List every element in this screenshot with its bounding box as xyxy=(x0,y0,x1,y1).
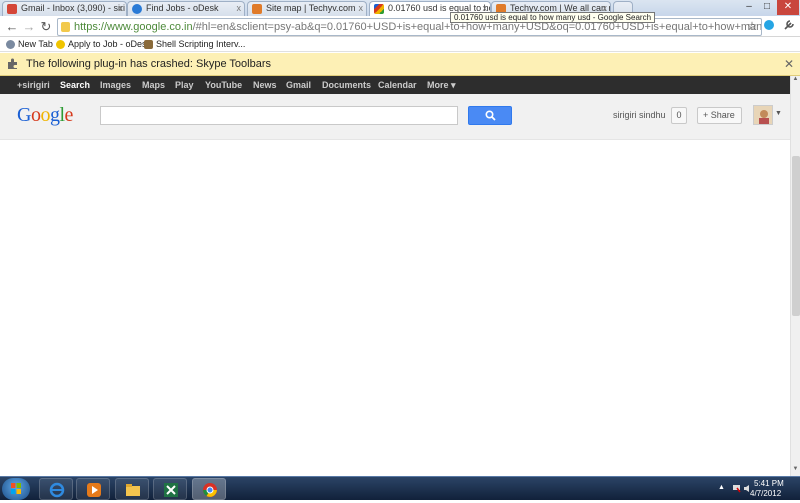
scroll-down-icon[interactable]: ▼ xyxy=(791,466,800,476)
windows-taskbar: ▲ 5:41 PM 4/7/2012 xyxy=(0,476,800,500)
tab-sitemap[interactable]: Site map | Techyv.com x xyxy=(247,1,367,16)
puzzle-piece-icon xyxy=(8,58,17,69)
address-bar[interactable]: https://www.google.co.in/#hl=en&sclient=… xyxy=(57,18,762,36)
back-arrow-icon: ← xyxy=(5,19,19,34)
clock-time[interactable]: 5:41 PM xyxy=(754,479,784,488)
taskbar-media-player[interactable] xyxy=(76,478,110,500)
tab-label: Site map | Techyv.com xyxy=(266,3,356,13)
logo-letter: o xyxy=(40,104,50,126)
google-icon xyxy=(374,4,384,14)
infobar-close-button[interactable]: ✕ xyxy=(784,53,794,75)
gbar-calendar[interactable]: Calendar xyxy=(378,76,417,94)
windows-logo-icon xyxy=(11,483,21,494)
globe-icon xyxy=(6,40,15,49)
start-button[interactable] xyxy=(2,478,30,500)
taskbar-windows-explorer[interactable] xyxy=(115,478,149,500)
gbar-search[interactable]: Search xyxy=(60,76,90,94)
bookmark-label: New Tab xyxy=(18,39,53,49)
scrollbar-thumb[interactable] xyxy=(792,156,800,316)
minimize-button[interactable]: – xyxy=(740,0,758,15)
back-button[interactable]: ← xyxy=(4,19,20,35)
scroll-up-icon[interactable]: ▲ xyxy=(791,76,800,86)
excel-icon xyxy=(164,483,178,497)
bookmark-star-button[interactable]: ☆ xyxy=(744,19,760,35)
gbar-gmail[interactable]: Gmail xyxy=(286,76,311,94)
page-icon xyxy=(144,40,153,49)
close-window-button[interactable]: ✕ xyxy=(777,0,799,15)
internet-explorer-icon xyxy=(49,482,65,498)
taskbar-internet-explorer[interactable] xyxy=(39,478,73,500)
share-button[interactable]: + Share xyxy=(697,107,742,124)
url-host: https://www.google.co.in xyxy=(74,21,193,33)
tab-strip: Gmail - Inbox (3,090) - siri x Find Jobs… xyxy=(0,0,800,16)
browser-toolbar: ← → ↻ https://www.google.co.in/#hl=en&sc… xyxy=(0,16,800,37)
bookmark-shell-scripting[interactable]: Shell Scripting Interv... xyxy=(142,37,245,51)
skype-icon xyxy=(764,20,774,30)
taskbar-excel[interactable] xyxy=(153,478,187,500)
notification-count[interactable]: 0 xyxy=(671,107,687,124)
bookmark-label: Shell Scripting Interv... xyxy=(156,39,246,49)
gbar-documents[interactable]: Documents xyxy=(322,76,371,94)
odesk-icon xyxy=(132,4,142,14)
plugin-crash-infobar: The following plug-in has crashed: Skype… xyxy=(0,53,800,76)
tab-tooltip: 0.01760 usd is equal to how many usd - G… xyxy=(450,12,656,23)
techyv-icon xyxy=(252,4,262,14)
reload-icon: ↻ xyxy=(40,19,52,34)
bookmarks-bar: New Tab Apply to Job - oDesk Shell Scrip… xyxy=(0,37,800,52)
search-input[interactable] xyxy=(100,106,458,125)
tab-odesk[interactable]: Find Jobs - oDesk x xyxy=(127,1,245,16)
media-player-icon xyxy=(87,483,101,497)
chrome-icon xyxy=(203,483,217,497)
gbar-news[interactable]: News xyxy=(253,76,277,94)
loading-icon xyxy=(56,40,65,49)
clock-date[interactable]: 4/7/2012 xyxy=(750,489,781,498)
bookmark-odesk[interactable]: Apply to Job - oDesk xyxy=(54,37,151,51)
bookmark-new-tab[interactable]: New Tab xyxy=(4,37,53,51)
lock-icon xyxy=(61,22,70,32)
tab-close-icon[interactable]: x xyxy=(119,2,124,15)
gbar-more[interactable]: More ▾ xyxy=(427,76,456,94)
maximize-button[interactable]: □ xyxy=(758,0,776,15)
google-header: Google sirigiri sindhu 0 + Share ▼ xyxy=(0,94,790,140)
show-hidden-icons-icon[interactable]: ▲ xyxy=(718,484,727,493)
search-icon xyxy=(485,110,496,121)
tab-label: Gmail - Inbox (3,090) - siri xyxy=(21,3,126,13)
forward-arrow-icon: → xyxy=(22,19,36,34)
gbar-maps[interactable]: Maps xyxy=(142,76,165,94)
search-button[interactable] xyxy=(468,106,512,125)
google-logo[interactable]: Google xyxy=(17,104,73,126)
action-center-flag-icon[interactable] xyxy=(732,484,741,493)
star-icon: ☆ xyxy=(746,19,758,33)
reload-button[interactable]: ↻ xyxy=(38,19,54,35)
tab-close-icon[interactable]: x xyxy=(359,2,364,15)
user-name[interactable]: sirigiri sindhu xyxy=(613,110,666,120)
wrench-icon xyxy=(784,20,794,30)
tab-label: Find Jobs - oDesk xyxy=(146,3,219,13)
wrench-menu-button[interactable] xyxy=(781,19,797,35)
system-tray: ▲ 5:41 PM 4/7/2012 xyxy=(710,477,800,501)
chevron-down-icon[interactable]: ▼ xyxy=(775,110,782,117)
profile-picture-icon xyxy=(759,110,769,124)
tab-gmail[interactable]: Gmail - Inbox (3,090) - siri x xyxy=(2,1,127,16)
gbar-play[interactable]: Play xyxy=(175,76,194,94)
tab-close-icon[interactable]: x xyxy=(237,2,242,15)
avatar[interactable] xyxy=(753,105,773,125)
skype-extension-button[interactable] xyxy=(763,19,775,35)
taskbar-chrome[interactable] xyxy=(192,478,226,500)
gbar-plus-profile[interactable]: +sirigiri xyxy=(17,76,50,94)
logo-letter: e xyxy=(64,104,74,126)
folder-icon xyxy=(126,484,140,496)
search-results-area xyxy=(0,140,790,476)
page-scrollbar[interactable]: ▲ ▼ xyxy=(790,76,800,476)
gbar-youtube[interactable]: YouTube xyxy=(205,76,242,94)
infobar-message: The following plug-in has crashed: Skype… xyxy=(26,58,271,70)
logo-letter: G xyxy=(17,104,31,126)
google-nav-bar: +sirigiri Search Images Maps Play YouTub… xyxy=(0,76,790,94)
gmail-icon xyxy=(7,4,17,14)
gbar-images[interactable]: Images xyxy=(100,76,131,94)
bookmark-label: Apply to Job - oDesk xyxy=(68,39,152,49)
forward-button[interactable]: → xyxy=(21,19,37,35)
